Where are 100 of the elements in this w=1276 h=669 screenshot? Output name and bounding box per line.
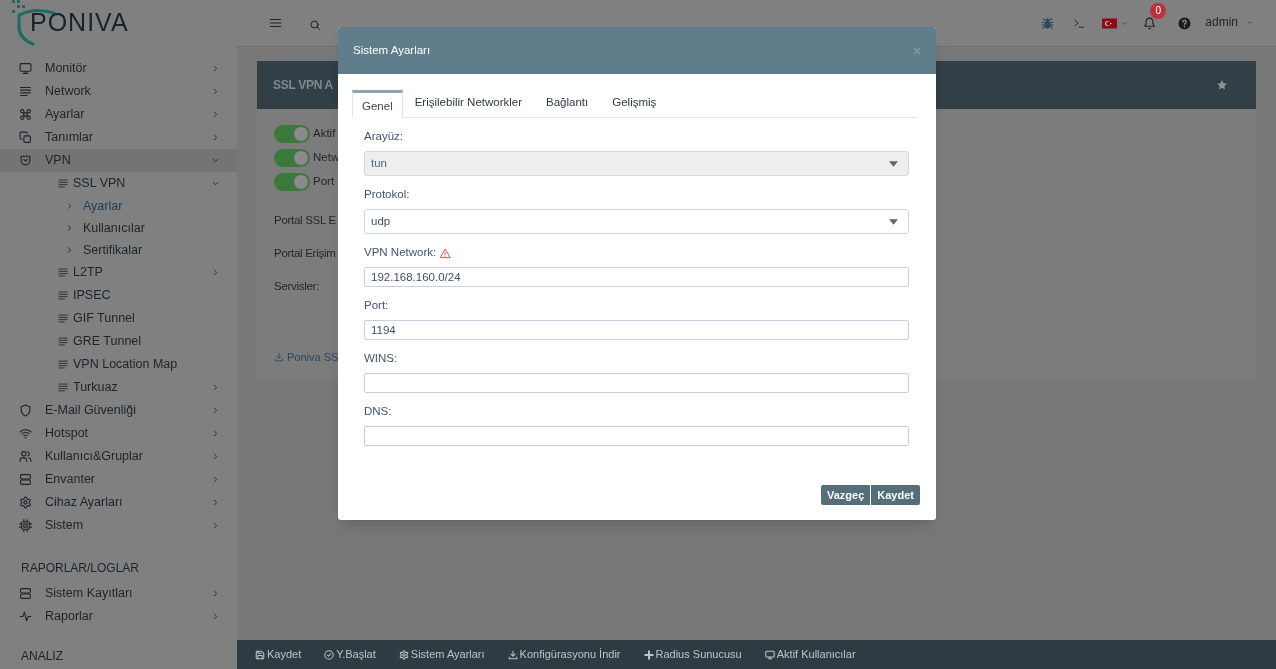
toggle-switch[interactable] [274, 149, 310, 167]
field-label: Arayüz: [364, 129, 403, 145]
input-field[interactable]: 192.168.160.0/24 [364, 267, 909, 287]
dialog-button[interactable]: Kaydet [871, 485, 920, 505]
toggle-label: Netw [313, 150, 340, 166]
sidebar-item[interactable]: Network [0, 80, 237, 103]
shield-icon [19, 404, 32, 417]
field-label: Port: [364, 298, 389, 314]
caret-icon [889, 218, 898, 225]
toolbar-button[interactable]: Y.Başlat [324, 646, 376, 663]
gear-icon [398, 649, 409, 660]
sidebar-item[interactable]: VPN Location Map [0, 353, 237, 376]
sidebar-item[interactable]: IPSEC [0, 284, 237, 307]
bug-icon[interactable] [1041, 16, 1055, 30]
sidebar-item[interactable]: Tanımlar [0, 126, 237, 149]
download-icon [507, 649, 518, 660]
bell-icon[interactable] [1143, 15, 1157, 31]
caret-icon[interactable] [1121, 20, 1129, 26]
pulse-icon [19, 610, 32, 623]
dialog-title: Sistem Ayarları [353, 42, 431, 58]
field-label: Portal SSL E [274, 212, 336, 228]
card-title: SSL VPN A [273, 77, 333, 94]
section-title: ANALIZ [20, 648, 64, 664]
sidebar-item[interactable]: Cihaz Ayarları [0, 491, 237, 514]
sidebar-item[interactable]: Sertifikalar [0, 239, 237, 261]
field-label: Protokol: [364, 187, 410, 203]
sidebar-item[interactable]: Envanter [0, 468, 237, 491]
select-field[interactable]: udp [364, 209, 909, 234]
sidebar-item[interactable]: Sistem [0, 514, 237, 537]
tab[interactable]: Gelişmiş [600, 90, 669, 118]
flag-icon[interactable] [1102, 17, 1118, 29]
input-field[interactable] [364, 426, 909, 446]
input-field[interactable] [364, 373, 909, 393]
menu-icon[interactable] [268, 16, 283, 30]
field-label: DNS: [364, 404, 392, 420]
sidebar-item[interactable]: Sistem Kayıtları [0, 582, 237, 605]
field-label: WINS: [364, 351, 398, 367]
server-icon [19, 473, 32, 486]
list-icon [57, 178, 69, 189]
download-icon [274, 352, 284, 362]
field-label: VPN Network: [364, 245, 437, 261]
download-link[interactable]: Poniva SS [274, 349, 339, 365]
user-menu[interactable]: admin [1205, 13, 1253, 31]
tab[interactable]: Bağlantı [534, 90, 601, 118]
chevron-right-icon [66, 246, 73, 254]
sidebar-item[interactable]: E-Mail Güvenliği [0, 399, 237, 422]
toolbar-button[interactable]: Konfigürasyonu İndir [507, 646, 621, 663]
gear-icon [19, 496, 32, 509]
sidebar-item[interactable]: Raporlar [0, 605, 237, 628]
toggle-label: Aktif [313, 126, 336, 142]
wifi-icon [19, 427, 32, 440]
chevron-right-icon [66, 224, 73, 232]
sidebar-item[interactable]: Ayarlar [0, 195, 237, 217]
toggle-switch[interactable] [274, 125, 310, 143]
toolbar-button[interactable]: Radius Sunucusu [643, 646, 742, 663]
toolbar-button[interactable]: Sistem Ayarları [398, 646, 485, 663]
input-field[interactable]: 1194 [364, 320, 909, 340]
toggle-label: Port [313, 174, 335, 190]
sidebar-item[interactable]: SSL VPN [0, 172, 237, 195]
field-label: Portal Erişim [274, 245, 336, 261]
list-icon [57, 359, 69, 370]
list-icon [57, 382, 69, 393]
chip-icon [19, 519, 32, 532]
dialog-button[interactable]: Vazgeç [821, 485, 871, 505]
list-icon [57, 313, 69, 324]
sidebar-item[interactable]: Hotspot [0, 422, 237, 445]
section-title: RAPORLAR/LOGLAR [20, 560, 141, 577]
terminal-icon[interactable] [1072, 17, 1087, 29]
sidebar-item[interactable]: Turkuaz [0, 376, 237, 399]
copy-icon [19, 131, 32, 144]
field-label: Servisler: [274, 278, 320, 294]
sidebar-item[interactable]: Kullanıcı&Gruplar [0, 445, 237, 468]
tab[interactable]: Genel [352, 90, 403, 118]
sidebar-item[interactable]: GRE Tunnel [0, 330, 237, 353]
list-icon [57, 336, 69, 347]
users-icon [19, 450, 32, 463]
help-icon[interactable] [1178, 16, 1192, 30]
command-icon [19, 108, 32, 121]
search-icon[interactable] [309, 18, 321, 31]
logo-text: PONIVA [30, 8, 129, 36]
close-icon[interactable] [913, 46, 921, 55]
sidebar-item[interactable]: Ayarlar [0, 103, 237, 126]
monitor-icon [764, 649, 775, 660]
sidebar-item[interactable]: Kullanıcılar [0, 217, 237, 239]
star-icon[interactable] [1216, 79, 1228, 91]
monitor-icon [19, 62, 32, 75]
tab[interactable]: Erişilebilir Networkler [402, 90, 535, 118]
sidebar-item[interactable]: GIF Tunnel [0, 307, 237, 330]
toolbar-button[interactable]: Kaydet [255, 646, 302, 663]
sidebar-item[interactable]: L2TP [0, 261, 237, 284]
caret-icon [889, 160, 898, 167]
plus-icon [643, 649, 654, 660]
toolbar-button[interactable]: Aktif Kullanıcılar [764, 646, 856, 663]
server-icon [19, 587, 32, 600]
list-icon [57, 290, 69, 301]
toggle-switch[interactable] [274, 173, 310, 191]
chevron-right-icon [66, 202, 73, 210]
list-icon [57, 267, 69, 278]
sidebar-item[interactable]: Monitör [0, 57, 237, 80]
sidebar-item[interactable]: VPN [0, 149, 237, 172]
